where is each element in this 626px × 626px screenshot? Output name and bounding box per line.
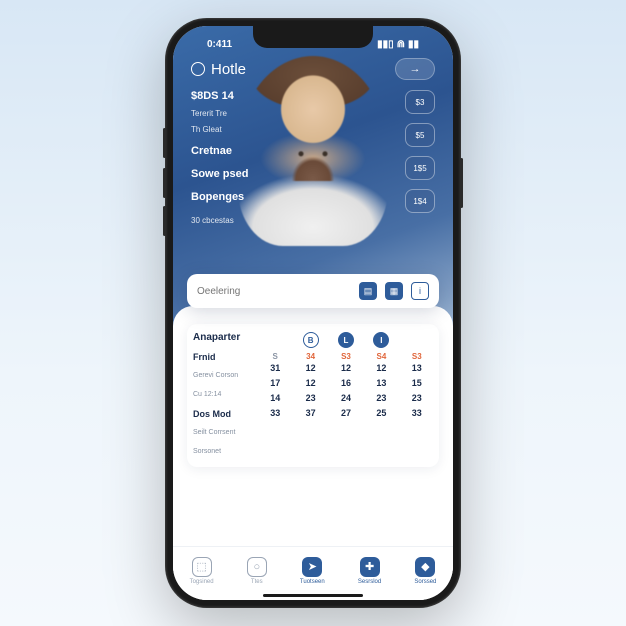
stat-sub2: Th Gleat xyxy=(191,125,248,134)
calendar-title: Anaparter xyxy=(193,332,253,343)
cal-cell[interactable]: 12 xyxy=(294,376,326,391)
screen: 0:411 ▮▮▯ ⋒ ▮▮ Hotle → $8DS 14 Tererit T… xyxy=(173,26,453,600)
search-card: ▤ ▦ i xyxy=(187,274,439,308)
side-menu: $8DS 14 Tererit Tre Th Gleat Cretnae Sow… xyxy=(191,90,248,225)
cal-col-head: S3 xyxy=(330,352,362,361)
cal-filter-dot[interactable]: L xyxy=(338,332,354,348)
diamond-icon: ◆ xyxy=(415,557,435,577)
price-pill[interactable]: $3 xyxy=(405,90,435,114)
cal-side-row: Dos Mod xyxy=(193,406,253,421)
menu-item[interactable]: Sowe psed xyxy=(191,168,248,180)
cal-cell[interactable]: 15 xyxy=(401,376,433,391)
cal-cell[interactable]: 24 xyxy=(330,391,362,406)
tab-item[interactable]: ◆Sorssed xyxy=(414,557,436,585)
calendar-card: Anaparter Frnid Gerevi Corson Cu 12:14 D… xyxy=(187,324,439,467)
cal-cell[interactable]: 23 xyxy=(294,391,326,406)
price-pill[interactable]: $5 xyxy=(405,123,435,147)
cal-cell[interactable]: 25 xyxy=(365,406,397,421)
plus-icon: ✚ xyxy=(360,557,380,577)
cal-cell[interactable]: 12 xyxy=(330,361,362,376)
cal-side-row: Sorsonet xyxy=(193,444,253,459)
phone-frame: 0:411 ▮▮▯ ⋒ ▮▮ Hotle → $8DS 14 Tererit T… xyxy=(165,18,461,608)
cal-cell[interactable]: 12 xyxy=(294,361,326,376)
price-pill[interactable]: 1$5 xyxy=(405,156,435,180)
cal-cell[interactable]: 14 xyxy=(259,391,291,406)
info-icon[interactable]: i xyxy=(411,282,429,300)
cal-cell[interactable]: 12 xyxy=(365,361,397,376)
cal-filter-dot[interactable]: B xyxy=(303,332,319,348)
status-time: 0:411 xyxy=(207,39,232,50)
cal-filter-dot[interactable]: I xyxy=(373,332,389,348)
tab-item[interactable]: ⬚Togsined xyxy=(190,557,214,585)
cal-cell[interactable]: 13 xyxy=(401,361,433,376)
cal-side-row: Cu 12:14 xyxy=(193,387,253,402)
stat-sub1: Tererit Tre xyxy=(191,109,248,118)
battery-icon: ▮▮ xyxy=(408,39,419,50)
page-title: Hotle xyxy=(211,61,389,78)
menu-item[interactable]: Bopenges xyxy=(191,191,248,203)
calendar-icon[interactable]: ▦ xyxy=(385,282,403,300)
arrow-right-icon: → xyxy=(410,63,421,75)
tab-item[interactable]: ✚Sesrslod xyxy=(358,557,381,585)
grid-icon: ⬚ xyxy=(192,557,212,577)
cal-cell[interactable]: 13 xyxy=(365,376,397,391)
cal-cell[interactable]: 23 xyxy=(365,391,397,406)
circle-icon xyxy=(191,62,205,76)
cal-side-row: Frnid xyxy=(193,349,253,364)
home-indicator[interactable] xyxy=(263,594,363,597)
forward-button[interactable]: → xyxy=(395,58,435,80)
cal-side-row: Gerevi Corson xyxy=(193,368,253,383)
menu-footer: 30 cbcestas xyxy=(191,216,248,225)
tab-item[interactable]: ➤Tuotseen xyxy=(300,557,325,585)
doc-icon[interactable]: ▤ xyxy=(359,282,377,300)
menu-item[interactable]: Cretnae xyxy=(191,145,248,157)
wifi-icon: ⋒ xyxy=(397,39,405,50)
search-input[interactable] xyxy=(197,286,351,297)
cal-cell[interactable]: 31 xyxy=(259,361,291,376)
price-pill[interactable]: 1$4 xyxy=(405,189,435,213)
notch xyxy=(253,26,373,48)
cal-col-head: S3 xyxy=(401,352,433,361)
cal-cell[interactable]: 33 xyxy=(401,406,433,421)
cal-col-head: S4 xyxy=(365,352,397,361)
tab-bar: ⬚Togsined ○Ttes ➤Tuotseen ✚Sesrslod ◆Sor… xyxy=(173,546,453,600)
signal-icon: ▮▮▯ xyxy=(377,39,394,50)
cal-col-head: 34 xyxy=(294,352,326,361)
cal-side-row: Seilt Corrsent xyxy=(193,425,253,440)
cal-cell[interactable]: 33 xyxy=(259,406,291,421)
circle-icon: ○ xyxy=(247,557,267,577)
cal-cell[interactable]: 17 xyxy=(259,376,291,391)
cal-cell[interactable]: 37 xyxy=(294,406,326,421)
cal-cell[interactable]: 27 xyxy=(330,406,362,421)
cal-cell[interactable]: 23 xyxy=(401,391,433,406)
tab-item[interactable]: ○Ttes xyxy=(247,557,267,585)
send-icon: ➤ xyxy=(302,557,322,577)
cal-cell[interactable]: 16 xyxy=(330,376,362,391)
cal-col-head: S xyxy=(259,352,291,361)
stat-value: $8DS 14 xyxy=(191,90,248,102)
